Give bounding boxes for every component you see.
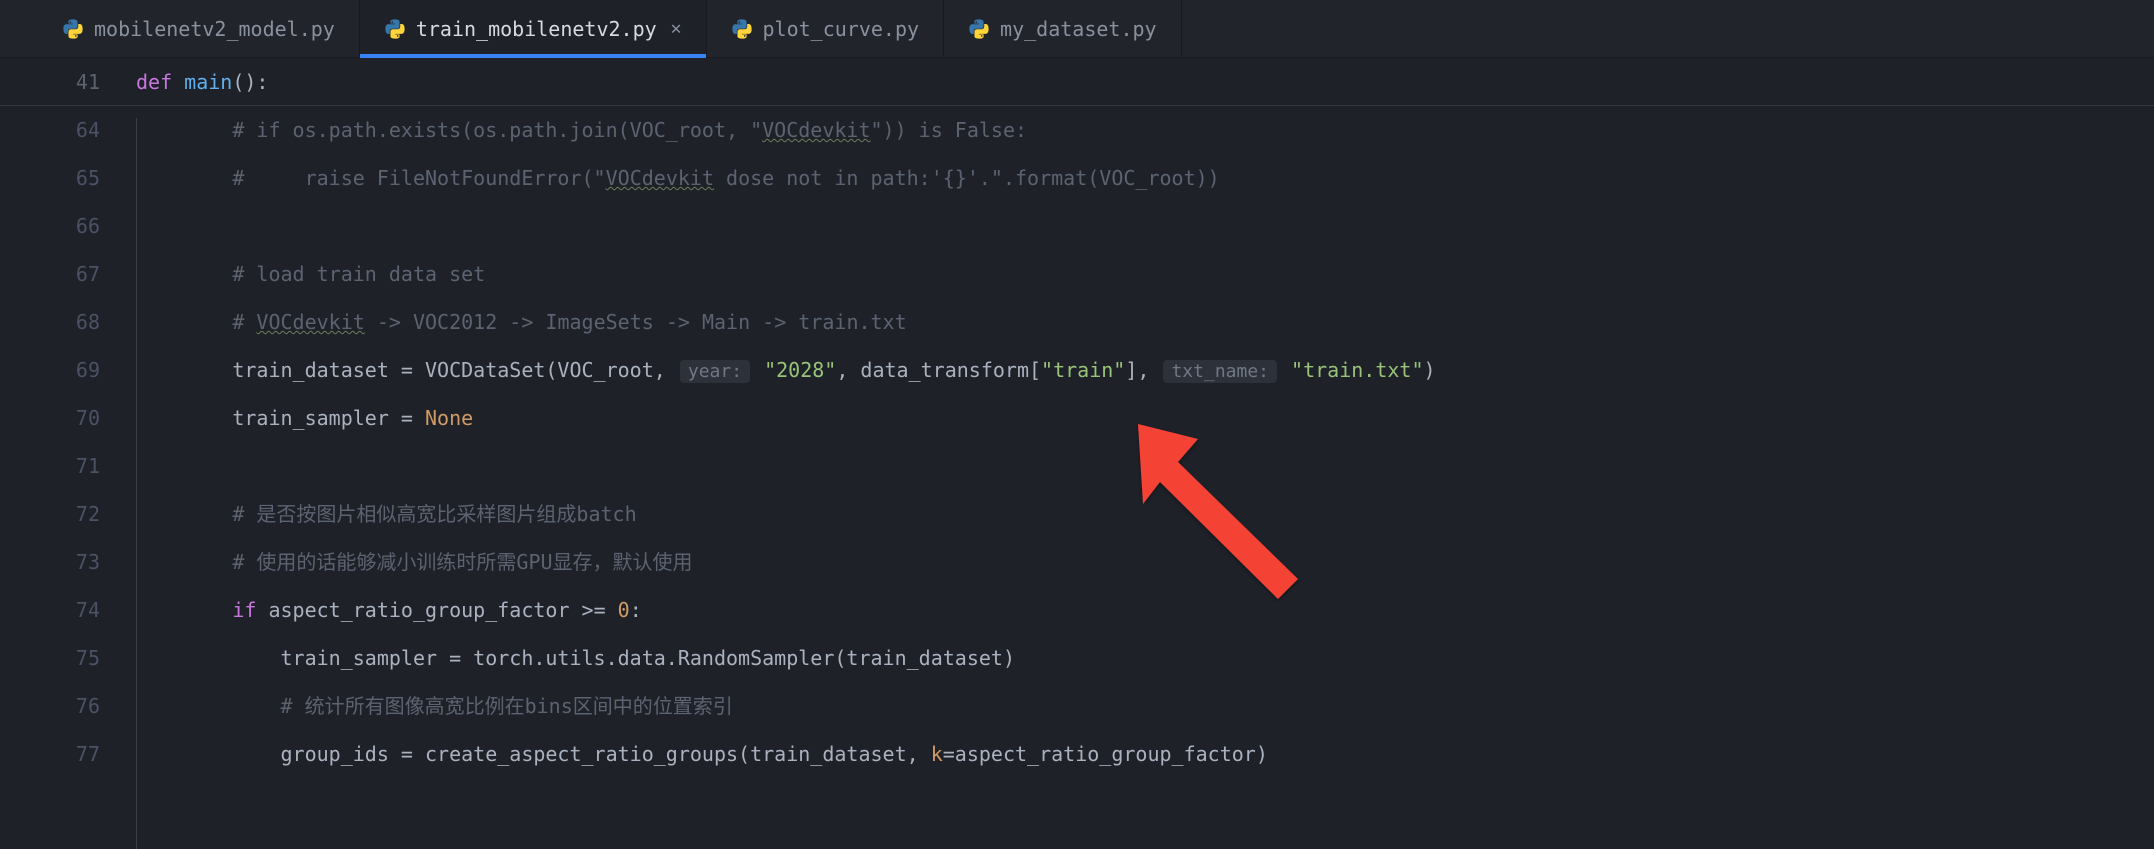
inlay-hint-txtname: txt_name: [1163,360,1277,383]
sticky-header[interactable]: def main(): [128,58,2154,106]
line-number: 73 [0,538,128,586]
line-number: 71 [0,442,128,490]
tab-label: mobilenetv2_model.py [94,17,335,41]
line-number: 76 [0,682,128,730]
code-line[interactable]: group_ids = create_aspect_ratio_groups(t… [128,730,2154,778]
python-icon [62,18,84,40]
tab-mobilenetv2-model[interactable]: mobilenetv2_model.py [38,0,360,58]
tab-plot-curve[interactable]: plot_curve.py [707,0,945,58]
code-line[interactable]: # 统计所有图像高宽比例在bins区间中的位置索引 [128,682,2154,730]
indent-guide [136,118,137,849]
line-number: 64 [0,106,128,154]
code-line[interactable]: train_sampler = None [128,394,2154,442]
line-number: 68 [0,298,128,346]
line-gutter: 41 64 65 66 67 68 69 70 71 72 73 74 75 7… [0,58,128,849]
tab-my-dataset[interactable]: my_dataset.py [944,0,1182,58]
code-line[interactable] [128,442,2154,490]
code-area[interactable]: def main(): # if os.path.exists(os.path.… [128,58,2154,849]
line-number: 69 [0,346,128,394]
code-line[interactable]: # 使用的话能够减小训练时所需GPU显存，默认使用 [128,538,2154,586]
code-editor[interactable]: 41 64 65 66 67 68 69 70 71 72 73 74 75 7… [0,58,2154,849]
code-line[interactable] [128,202,2154,250]
line-number: 72 [0,490,128,538]
python-icon [731,18,753,40]
line-number: 75 [0,634,128,682]
line-number: 65 [0,154,128,202]
python-icon [968,18,990,40]
line-number: 74 [0,586,128,634]
code-line[interactable]: # load train data set [128,250,2154,298]
code-line[interactable]: # 是否按图片相似高宽比采样图片组成batch [128,490,2154,538]
tab-train-mobilenetv2[interactable]: train_mobilenetv2.py ✕ [360,0,707,58]
code-line[interactable]: # raise FileNotFoundError("VOCdevkit dos… [128,154,2154,202]
tab-label: train_mobilenetv2.py [416,17,657,41]
python-icon [384,18,406,40]
tab-bar: mobilenetv2_model.py train_mobilenetv2.p… [0,0,2154,58]
code-line[interactable]: if aspect_ratio_group_factor >= 0: [128,586,2154,634]
code-line[interactable]: train_sampler = torch.utils.data.RandomS… [128,634,2154,682]
line-number: 77 [0,730,128,778]
line-number: 66 [0,202,128,250]
inlay-hint-year: year: [680,360,750,383]
code-line[interactable]: # VOCdevkit -> VOC2012 -> ImageSets -> M… [128,298,2154,346]
close-icon[interactable]: ✕ [671,18,682,39]
code-line[interactable]: # if os.path.exists(os.path.join(VOC_roo… [128,106,2154,154]
line-number: 70 [0,394,128,442]
tab-label: plot_curve.py [763,17,920,41]
tab-label: my_dataset.py [1000,17,1157,41]
code-line[interactable]: train_dataset = VOCDataSet(VOC_root, yea… [128,346,2154,394]
line-number: 67 [0,250,128,298]
sticky-line-number: 41 [0,58,128,106]
